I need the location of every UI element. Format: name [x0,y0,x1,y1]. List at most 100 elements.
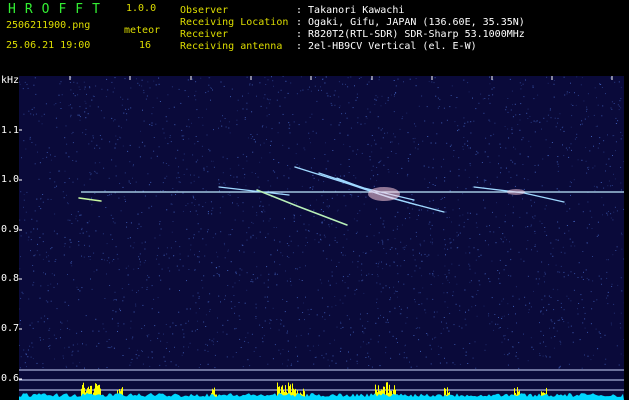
noise-speck [569,185,571,187]
noise-speck [225,295,226,297]
noise-speck [583,271,584,273]
noise-speck [443,317,445,318]
noise-speck [444,197,446,198]
noise-speck [616,210,618,212]
noise-speck [247,332,249,334]
noise-speck [229,132,231,134]
noise-speck [419,243,421,245]
noise-speck [511,331,513,333]
noise-speck [180,324,182,326]
noise-speck [446,292,448,294]
noise-speck [266,266,268,268]
noise-speck [198,176,200,178]
noise-speck [382,287,384,289]
noise-speck [124,172,126,174]
noise-speck [298,124,300,126]
noise-speck [200,77,202,79]
noise-speck [398,143,400,145]
noise-speck [121,104,123,106]
noise-speck [573,289,575,291]
noise-speck [264,211,266,213]
noise-speck [377,341,379,343]
noise-speck [328,224,330,226]
noise-speck [540,310,542,312]
noise-speck [415,327,417,329]
noise-speck [210,201,212,203]
noise-speck [37,243,38,245]
noise-speck [316,233,318,235]
noise-speck [224,184,226,186]
noise-speck [620,138,622,140]
noise-speck [343,195,345,197]
noise-speck [246,156,248,158]
noise-speck [67,203,69,205]
noise-speck [489,161,491,163]
noise-speck [377,263,379,265]
noise-speck [517,358,519,360]
noise-speck [380,159,382,161]
noise-speck [234,312,235,314]
noise-speck [560,306,562,308]
noise-speck [585,269,587,271]
noise-speck [92,330,94,332]
noise-speck [358,255,360,257]
noise-speck [611,108,613,110]
noise-speck [219,212,221,214]
noise-speck [53,230,55,232]
noise-speck [268,220,270,222]
noise-speck [186,280,187,282]
noise-speck [188,346,189,348]
noise-speck [290,280,292,282]
noise-speck [39,254,41,256]
noise-speck [436,133,438,135]
noise-speck [290,205,291,207]
noise-speck [510,275,512,277]
noise-speck [19,83,21,85]
noise-speck [594,87,596,89]
noise-speck [255,237,257,239]
noise-speck [143,120,145,122]
noise-speck [313,215,315,217]
noise-speck [521,139,523,141]
noise-speck [499,259,501,261]
noise-speck [550,337,552,339]
noise-speck [321,89,322,91]
noise-speck [465,324,467,326]
noise-speck [64,170,66,172]
noise-speck [143,262,145,264]
noise-speck [432,122,434,124]
noise-speck [606,297,607,299]
noise-speck [373,235,375,237]
noise-speck [139,253,141,255]
noise-speck [541,128,542,130]
noise-speck [414,147,416,149]
noise-speck [40,285,42,287]
noise-speck [238,164,240,166]
noise-speck [467,140,469,142]
noise-speck [95,318,97,320]
noise-speck [402,247,404,249]
noise-speck [242,168,244,170]
noise-speck [207,344,208,346]
noise-speck [78,114,80,116]
noise-speck [366,83,368,85]
noise-speck [532,216,534,218]
noise-speck [547,114,549,116]
noise-speck [68,346,70,348]
noise-speck [349,146,351,148]
noise-speck [456,231,458,233]
noise-speck [138,146,140,148]
noise-speck [447,279,449,281]
noise-speck [612,135,614,137]
noise-speck [98,330,100,332]
noise-speck [137,82,139,84]
noise-speck [328,280,329,282]
noise-speck [164,177,166,179]
noise-speck [207,350,209,352]
noise-speck [496,202,497,204]
noise-speck [429,200,431,202]
noise-speck [63,357,64,359]
noise-speck [324,312,326,314]
noise-speck [66,194,67,196]
noise-speck [64,301,66,303]
